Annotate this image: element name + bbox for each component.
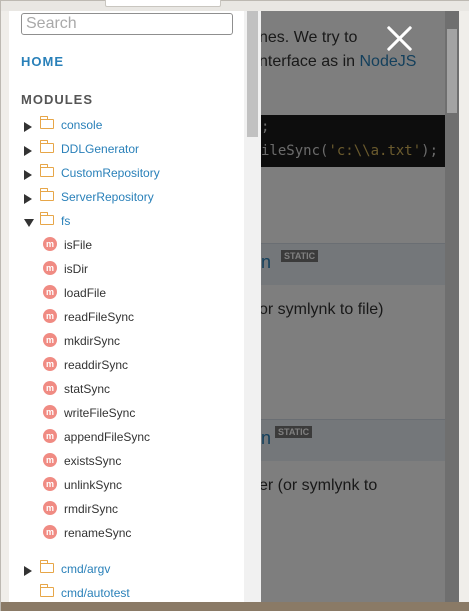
method-badge-icon: m	[43, 429, 57, 443]
method-label[interactable]: existsSync	[64, 454, 121, 468]
method-badge-icon: m	[43, 333, 57, 347]
folder-icon	[39, 140, 54, 153]
method-label[interactable]: renameSync	[64, 526, 131, 540]
method-label[interactable]: readFileSync	[64, 310, 134, 324]
method-badge-icon: m	[43, 405, 57, 419]
method-label[interactable]: mkdirSync	[64, 334, 120, 348]
close-icon[interactable]	[381, 21, 417, 57]
caret-down-icon[interactable]	[24, 219, 34, 227]
folder-icon	[39, 560, 54, 573]
method-label[interactable]: rmdirSync	[64, 502, 118, 516]
page-scrollbar-thumb[interactable]	[447, 29, 457, 113]
method-label[interactable]: isFile	[64, 238, 92, 252]
folder-icon	[39, 164, 54, 177]
modules-heading: MODULES	[21, 92, 93, 107]
module-label[interactable]: CustomRepository	[61, 165, 160, 181]
nav-drawer: HOME MODULES console DDLGenerator CustomRe…	[9, 11, 261, 602]
method-badge-icon: m	[43, 501, 57, 515]
method-badge-icon: m	[43, 525, 57, 539]
method-badge-icon: m	[43, 309, 57, 323]
method-label[interactable]: isDir	[64, 262, 88, 276]
search-input[interactable]	[21, 13, 233, 35]
folder-icon	[39, 188, 54, 201]
module-label[interactable]: DDLGenerator	[61, 141, 139, 157]
module-label[interactable]: cmd/argv	[61, 561, 110, 577]
caret-right-icon[interactable]	[24, 146, 32, 156]
method-badge-icon: m	[43, 237, 57, 251]
browser-toolbar-edge	[1, 0, 469, 11]
caret-right-icon[interactable]	[24, 170, 32, 180]
method-label[interactable]: statSync	[64, 382, 110, 396]
drawer-scrollbar[interactable]	[244, 11, 261, 602]
method-label[interactable]: appendFileSync	[64, 430, 150, 444]
caret-right-icon[interactable]	[24, 566, 32, 576]
method-badge-icon: m	[43, 357, 57, 371]
home-link[interactable]: HOME	[21, 54, 64, 69]
desktop-strip	[1, 602, 469, 611]
method-badge-icon: m	[43, 261, 57, 275]
method-badge-icon: m	[43, 285, 57, 299]
method-label[interactable]: unlinkSync	[64, 478, 122, 492]
address-bar[interactable]	[105, 0, 221, 7]
method-badge-icon: m	[43, 477, 57, 491]
module-label[interactable]: ServerRepository	[61, 189, 154, 205]
browser-window: nes. We try to nterface as in NodeJS ; i…	[0, 0, 469, 611]
method-badge-icon: m	[43, 453, 57, 467]
method-label[interactable]: loadFile	[64, 286, 106, 300]
caret-right-icon[interactable]	[24, 122, 32, 132]
folder-icon	[39, 212, 54, 225]
method-label[interactable]: readdirSync	[64, 358, 128, 372]
caret-right-icon[interactable]	[24, 194, 32, 204]
method-badge-icon: m	[43, 381, 57, 395]
module-label[interactable]: cmd/autotest	[61, 585, 130, 601]
window-edge	[459, 11, 469, 602]
page-scrollbar[interactable]	[445, 11, 459, 602]
module-label[interactable]: fs	[61, 213, 70, 229]
folder-icon	[39, 116, 54, 129]
drawer-scrollbar-thumb[interactable]	[247, 11, 258, 137]
folder-icon	[39, 584, 54, 597]
method-label[interactable]: writeFileSync	[64, 406, 135, 420]
module-label[interactable]: console	[61, 117, 102, 133]
